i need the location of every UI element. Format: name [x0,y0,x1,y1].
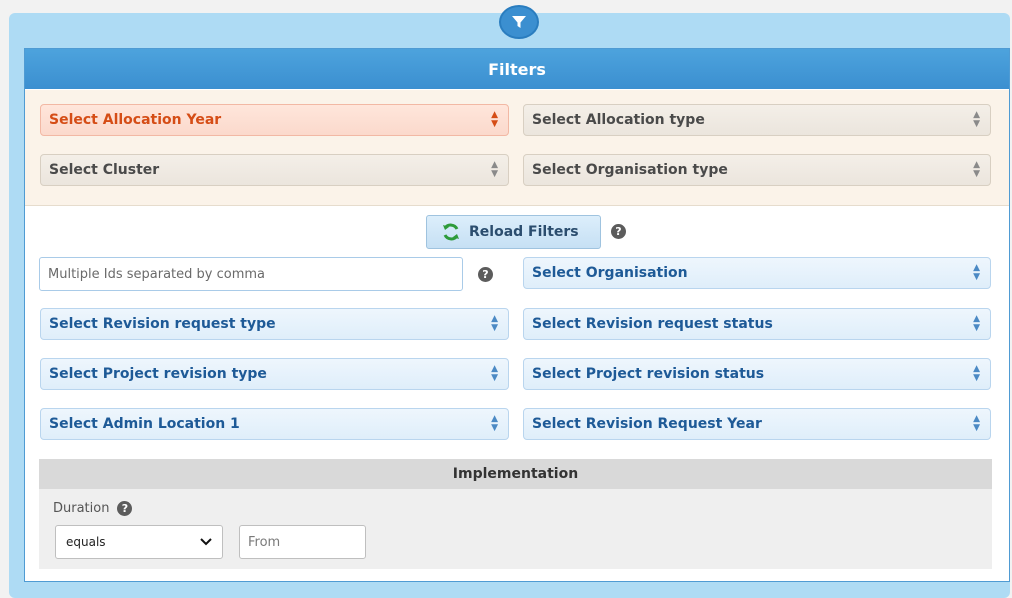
select-label: Select Admin Location 1 [49,416,240,432]
select-label: Select Project revision type [49,366,267,382]
select-label: Select Revision request status [532,316,773,332]
refresh-icon [443,223,459,241]
select-label: Select Revision Request Year [532,416,762,432]
help-icon[interactable]: ? [478,267,493,282]
funnel-icon[interactable] [499,5,539,39]
duration-label-text: Duration [53,501,110,516]
cluster-select[interactable]: Select Cluster ▲ ▼ [40,154,509,186]
multiple-ids-input[interactable] [39,257,463,291]
sort-arrows-icon: ▲ ▼ [491,110,498,129]
sort-arrows-icon: ▲ ▼ [491,414,498,433]
revision-request-type-select[interactable]: Select Revision request type ▲ ▼ [40,308,509,340]
sort-arrows-icon: ▲ ▼ [973,160,980,179]
filters-panel: Filters Select Allocation Year ▲ ▼ Select… [24,48,1010,582]
duration-from-input[interactable] [239,525,366,559]
allocation-year-select[interactable]: Select Allocation Year ▲ ▼ [40,104,509,136]
implementation-section: Implementation Duration ? equals [39,459,992,569]
sort-arrows-icon: ▲ ▼ [491,364,498,383]
implementation-title: Implementation [39,459,992,489]
organisation-type-select[interactable]: Select Organisation type ▲ ▼ [523,154,991,186]
revision-request-status-select[interactable]: Select Revision request status ▲ ▼ [523,308,991,340]
select-label: Select Allocation Year [49,112,222,128]
reload-filters-button[interactable]: Reload Filters [426,215,601,249]
sort-arrows-icon: ▲ ▼ [491,314,498,333]
sort-arrows-icon: ▲ ▼ [973,110,980,129]
sort-arrows-icon: ▲ ▼ [973,364,980,383]
allocation-type-select[interactable]: Select Allocation type ▲ ▼ [523,104,991,136]
panel-title: Filters [25,49,1009,89]
admin-location-1-select[interactable]: Select Admin Location 1 ▲ ▼ [40,408,509,440]
duration-operator-value: equals [66,535,106,549]
sort-arrows-icon: ▲ ▼ [973,263,980,282]
sort-arrows-icon: ▲ ▼ [973,314,980,333]
revision-request-year-select[interactable]: Select Revision Request Year ▲ ▼ [523,408,991,440]
select-label: Select Cluster [49,162,160,178]
help-icon[interactable]: ? [117,501,133,516]
project-revision-type-select[interactable]: Select Project revision type ▲ ▼ [40,358,509,390]
select-label: Select Organisation type [532,162,728,178]
reload-filters-label: Reload Filters [469,224,579,240]
project-revision-status-select[interactable]: Select Project revision status ▲ ▼ [523,358,991,390]
help-icon[interactable]: ? [611,224,626,239]
select-label: Select Revision request type [49,316,276,332]
duration-operator-select[interactable]: equals [55,525,223,559]
organisation-select[interactable]: Select Organisation ▲ ▼ [523,257,991,289]
sort-arrows-icon: ▲ ▼ [491,160,498,179]
primary-filters-section: Select Allocation Year ▲ ▼ Select Allocat… [25,90,1009,206]
duration-label: Duration ? [53,501,133,516]
chevron-down-icon [200,538,212,546]
select-label: Select Project revision status [532,366,765,382]
select-label: Select Organisation [532,265,688,281]
sort-arrows-icon: ▲ ▼ [973,414,980,433]
select-label: Select Allocation type [532,112,705,128]
